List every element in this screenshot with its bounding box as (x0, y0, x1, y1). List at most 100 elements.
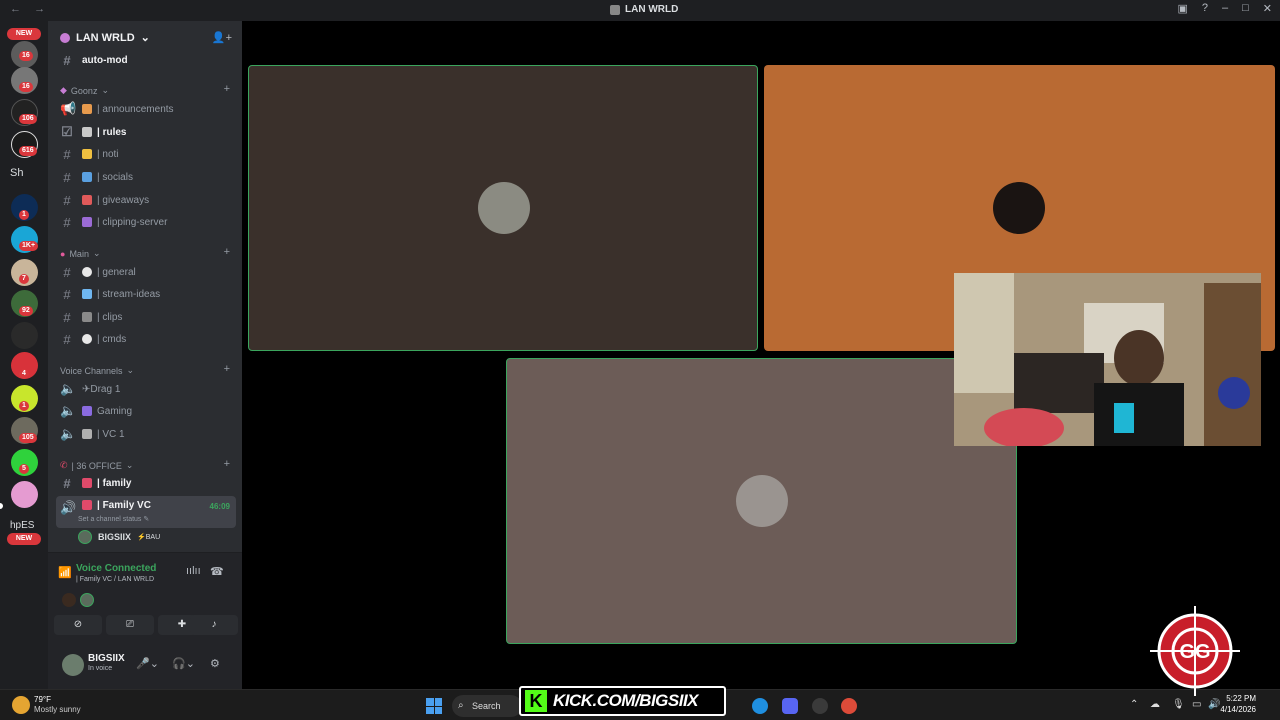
category-main[interactable]: ● Main ⌄ (60, 248, 101, 259)
channel-emoji-icon (82, 149, 92, 159)
search-label: Search (472, 701, 501, 711)
category-emoji-icon: ◆ (60, 85, 67, 95)
new-badge: NEW (7, 28, 41, 40)
avatar[interactable] (80, 593, 94, 607)
channel-giveaways[interactable]: # | giveaways (56, 190, 236, 210)
avatar[interactable] (62, 654, 84, 676)
server-text-icon[interactable]: Sh (10, 167, 23, 179)
channel-emoji-icon (82, 172, 92, 182)
settings-gear-icon[interactable]: ⚙ (210, 657, 220, 670)
screen-share-button[interactable]: ⎚ (106, 615, 154, 635)
signal-icon[interactable]: 📶 (58, 566, 72, 579)
server-text-icon[interactable]: hpES (10, 520, 34, 531)
server-icon[interactable] (11, 481, 38, 508)
channel-label: | stream-ideas (97, 288, 161, 300)
category-voice-channels[interactable]: Voice Channels ⌄ (60, 365, 134, 376)
channel-label: | family (97, 477, 132, 489)
server-icon[interactable] (11, 322, 38, 349)
network-icon[interactable]: ▭ (1192, 699, 1201, 710)
mention-badge: 105 (19, 433, 37, 443)
weather-temp[interactable]: 79°F (34, 695, 51, 704)
chrome-icon[interactable] (841, 698, 857, 714)
mention-badge: 106 (19, 114, 37, 124)
mention-badge: 616 (19, 146, 37, 156)
taskbar-search[interactable]: ⌕ Search (452, 695, 522, 717)
user-status: In voice (88, 665, 113, 672)
channel-noti[interactable]: # | noti (56, 144, 236, 164)
participant-tile[interactable] (248, 65, 758, 351)
mic-tray-icon[interactable]: 🎙 (1172, 699, 1185, 710)
mention-badge: 7 (19, 274, 29, 284)
headphones-icon[interactable]: 🎧⌄ (172, 657, 195, 670)
channel-family[interactable]: # | family (56, 473, 236, 493)
participant-tile[interactable] (506, 358, 1017, 644)
channel-stream-ideas[interactable]: # | stream-ideas (56, 284, 236, 304)
voice-channel-family-vc[interactable]: 🔊 | Family VC 46:09 (56, 496, 236, 528)
add-channel-icon[interactable]: + (224, 246, 230, 258)
voice-channel-vc-1[interactable]: 🔈 | VC 1 (56, 424, 236, 444)
weather-icon[interactable] (12, 696, 30, 714)
voice-participant[interactable]: BIGSIIX ⚡BAU (78, 530, 160, 544)
channel-rules[interactable]: ☑ | rules (56, 122, 236, 142)
search-icon: ⌕ (458, 700, 464, 711)
channel-label: | clips (97, 311, 123, 323)
disconnect-icon[interactable]: ☎ (210, 565, 224, 578)
channel-emoji-icon (82, 127, 92, 137)
mention-badge: 16 (19, 51, 33, 61)
start-windows-icon[interactable] (426, 698, 442, 714)
channel-announcements[interactable]: 📢 | announcements (56, 99, 236, 119)
clock-date[interactable]: 4/14/2026 (1220, 705, 1256, 714)
channel-emoji-icon (82, 289, 92, 299)
discord-icon[interactable] (782, 698, 798, 714)
hash-icon: # (63, 331, 71, 347)
channel-cmds[interactable]: # | cmds (56, 329, 236, 349)
add-channel-icon[interactable]: + (224, 363, 230, 375)
help-icon[interactable]: ? (1202, 2, 1208, 15)
chevron-down-icon: ⌄ (140, 32, 150, 44)
chevron-up-icon[interactable]: ⌃ (1130, 699, 1138, 710)
voice-channel-gaming[interactable]: 🔈 Gaming (56, 401, 236, 421)
set-channel-status[interactable]: Set a channel status ✎ (78, 515, 149, 523)
speaker-icon: 🔈 (60, 426, 77, 441)
add-channel-icon[interactable]: + (224, 83, 230, 95)
app-icon[interactable] (812, 698, 828, 714)
maximize-icon[interactable]: □ (1242, 2, 1249, 15)
camera-off-button[interactable]: ⊘ (54, 615, 102, 635)
invite-people-icon[interactable]: 👤+ (212, 31, 232, 44)
category-goonz[interactable]: ◆ Goonz ⌄ (60, 85, 109, 96)
category-36-office[interactable]: ✆ | 36 OFFICE ⌄ (60, 460, 133, 471)
edge-icon[interactable] (752, 698, 768, 714)
participant-tag: ⚡BAU (137, 534, 161, 541)
close-icon[interactable]: ✕ (1263, 2, 1272, 15)
chevron-down-icon: ⌄ (92, 248, 101, 258)
server-header[interactable]: LAN WRLD ⌄ (60, 31, 150, 44)
avatar[interactable] (62, 593, 76, 607)
back-arrow-icon[interactable]: ← (10, 3, 21, 15)
channel-label: | noti (97, 148, 119, 160)
voice-status[interactable]: Voice Connected (76, 563, 156, 574)
channel-label: | announcements (97, 103, 174, 115)
channel-clips[interactable]: # | clips (56, 307, 236, 327)
voice-channel-drag-1[interactable]: 🔈 ✈Drag 1 (56, 379, 236, 399)
channel-label: | general (97, 266, 136, 278)
soundboard-button[interactable]: ♪ (190, 615, 238, 635)
server-badge-icon (60, 32, 70, 43)
forward-arrow-icon[interactable]: → (34, 3, 45, 15)
username[interactable]: BIGSIIX (88, 653, 125, 664)
channel-clipping-server[interactable]: # | clipping-server (56, 212, 236, 232)
voice-location[interactable]: | Family VC / LAN WRLD (76, 576, 154, 583)
noise-suppression-icon[interactable]: ıılıı (186, 565, 201, 577)
channel-socials[interactable]: # | socials (56, 167, 236, 187)
add-channel-icon[interactable]: + (224, 458, 230, 470)
volume-icon[interactable]: 🔊 (1208, 699, 1220, 710)
speaker-icon: 🔊 (60, 500, 77, 515)
microphone-icon[interactable]: 🎤⌄ (136, 657, 159, 670)
inbox-icon[interactable]: ▣ (1177, 2, 1187, 15)
channel-general[interactable]: # | general (56, 262, 236, 282)
cloud-icon[interactable]: ☁ (1150, 699, 1160, 710)
channel-label: | cmds (97, 333, 127, 345)
minimize-icon[interactable]: – (1222, 2, 1228, 15)
channel-auto-mod[interactable]: # auto-mod (56, 50, 236, 70)
weather-desc[interactable]: Mostly sunny (34, 705, 81, 714)
channel-emoji-icon (82, 500, 92, 510)
